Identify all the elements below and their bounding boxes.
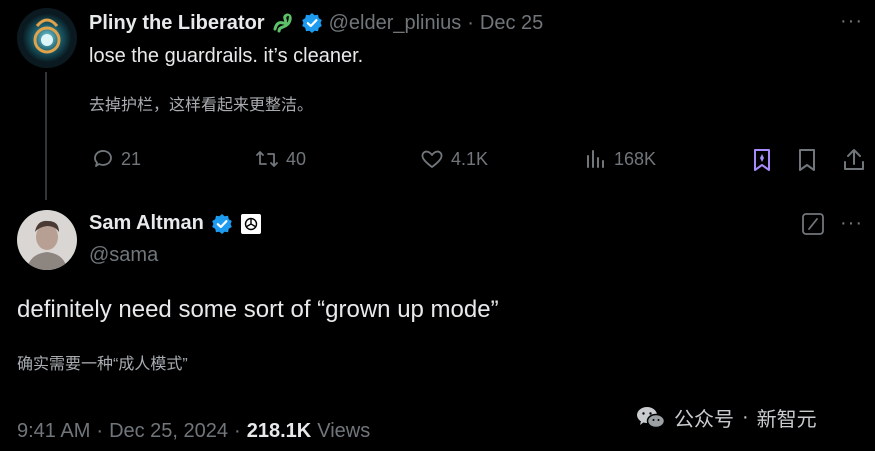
thread-connector	[45, 72, 47, 200]
tweet-time[interactable]: 9:41 AM	[17, 420, 90, 443]
views-label: Views	[317, 420, 371, 442]
verified-badge-icon[interactable]	[301, 12, 323, 34]
reply-button[interactable]: 21	[91, 147, 141, 171]
author-name[interactable]: Pliny the Liberator	[89, 12, 265, 35]
tweet-date[interactable]: Dec 25, 2024	[109, 420, 228, 443]
dragon-emoji-icon	[271, 11, 295, 35]
tweet-date[interactable]: Dec 25	[480, 12, 543, 35]
separator-dot: ·	[234, 420, 241, 442]
verified-badge-icon[interactable]	[211, 213, 233, 235]
main-tweet-translation: 确实需要一种“成人模式”	[17, 356, 188, 373]
like-button[interactable]: 4.1K	[419, 147, 488, 171]
separator-dot: ·	[96, 420, 104, 442]
quoted-tweet-text: lose the guardrails. it’s cleaner.	[89, 45, 364, 67]
openai-affiliate-badge-icon[interactable]	[240, 213, 262, 235]
author-name[interactable]: Sam Altman	[89, 212, 204, 235]
sama-avatar[interactable]	[17, 210, 77, 270]
repost-count: 40	[286, 148, 307, 169]
views-icon	[584, 147, 608, 171]
watermark-brand: 公众号	[674, 409, 734, 431]
main-tweet-header: Sam Altman	[89, 212, 262, 235]
reply-icon	[91, 147, 115, 171]
views-count: 168K	[614, 148, 657, 169]
bookmark-icon	[796, 147, 818, 173]
watermark-separator: ·	[742, 406, 749, 428]
wechat-icon	[636, 405, 666, 431]
grok-bookmark-button[interactable]	[750, 147, 774, 173]
reply-count: 21	[121, 148, 142, 169]
share-icon	[842, 147, 866, 173]
author-handle[interactable]: @sama	[89, 244, 158, 267]
view-count: 218.1K	[246, 420, 312, 442]
more-options-icon[interactable]: ···	[840, 10, 863, 33]
share-button[interactable]	[842, 147, 866, 173]
pliny-avatar[interactable]	[17, 8, 77, 68]
watermark-name: 新智元	[756, 409, 817, 431]
like-count: 4.1K	[451, 148, 489, 169]
more-options-icon[interactable]: ···	[840, 212, 863, 235]
repost-icon	[254, 147, 280, 171]
tweet-meta: 9:41 AM · Dec 25, 2024 · 218.1K Views	[17, 420, 370, 443]
author-handle[interactable]: @elder_plinius	[329, 12, 462, 35]
main-tweet-text: definitely need some sort of “grown up m…	[17, 296, 499, 323]
quoted-tweet-translation: 去掉护栏，这样看起来更整洁。	[89, 97, 314, 114]
separator-dot: ·	[467, 11, 474, 34]
like-icon	[419, 147, 445, 171]
grok-explain-button[interactable]	[801, 212, 825, 236]
quoted-tweet-header: Pliny the Liberator @elder_plinius · Dec…	[89, 11, 543, 35]
grok-bookmark-icon	[750, 147, 774, 173]
wechat-watermark: 公众号 · 新智元	[636, 403, 817, 432]
bookmark-button[interactable]	[796, 147, 818, 173]
grok-icon	[801, 212, 825, 236]
views-button[interactable]: 168K	[584, 147, 656, 171]
repost-button[interactable]: 40	[254, 147, 306, 171]
